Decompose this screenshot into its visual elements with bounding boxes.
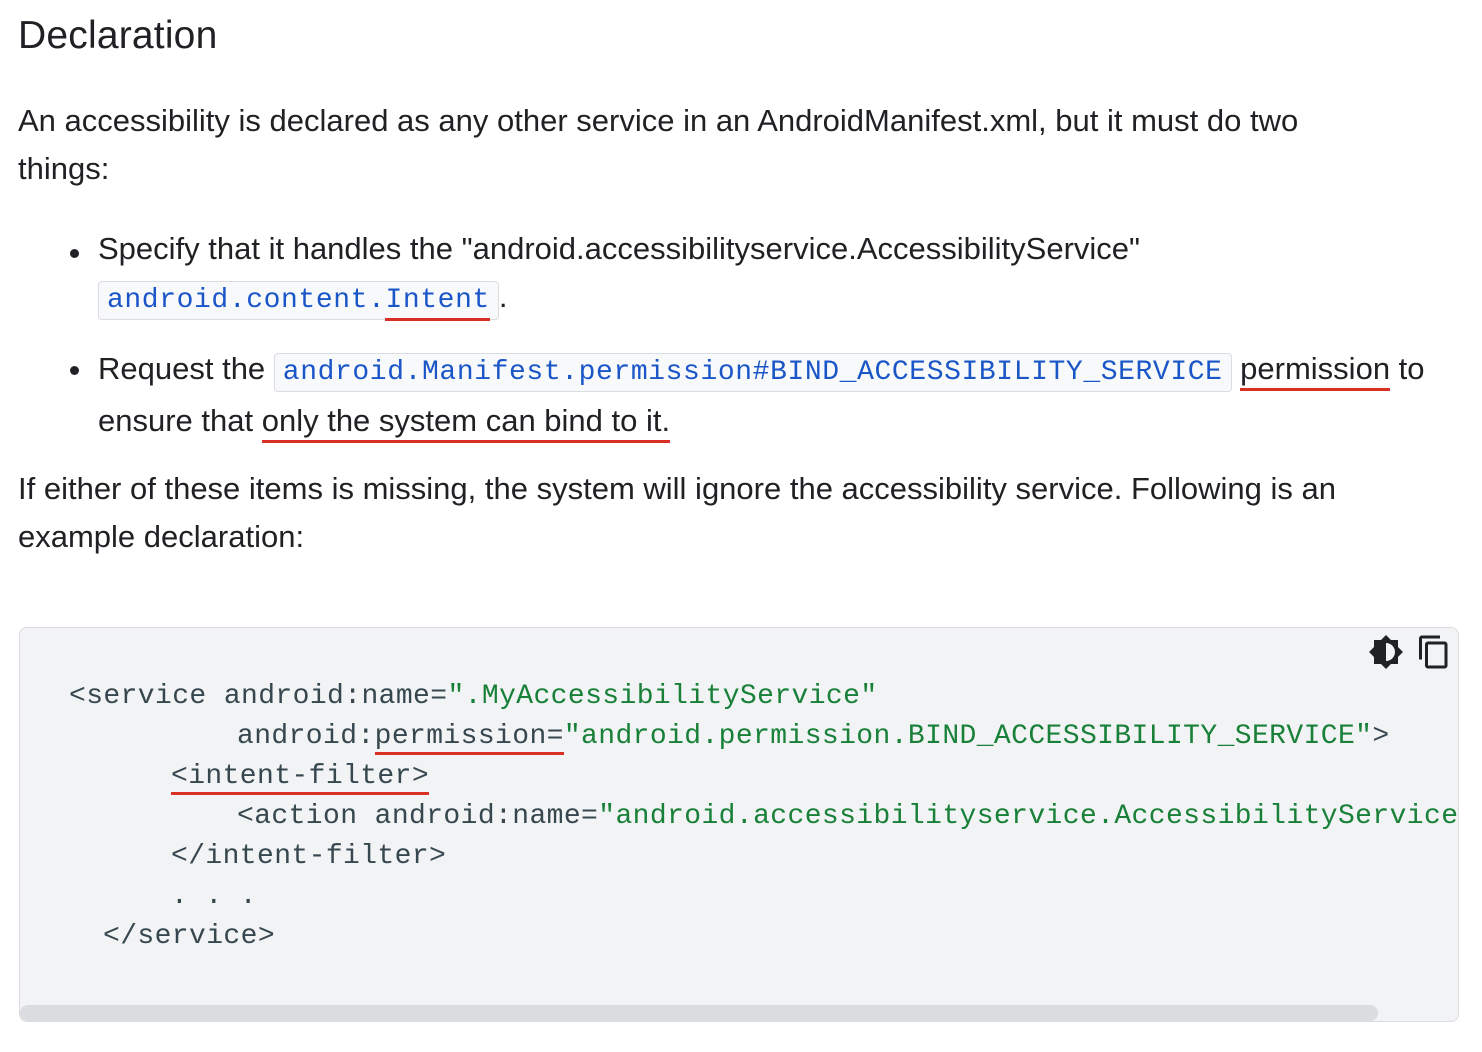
intro-paragraph: An accessibility is declared as any othe… — [18, 97, 1458, 193]
code-line-service-open: <service android:name=".MyAccessibilityS… — [69, 679, 878, 715]
brightness-icon[interactable] — [1368, 634, 1404, 670]
permission-value: "android.permission.BIND_ACCESSIBILITY_S… — [563, 721, 1373, 752]
copy-icon[interactable] — [1416, 634, 1452, 670]
horizontal-scrollbar[interactable] — [20, 1005, 1378, 1021]
code-line-permission: android:permission="android.permission.B… — [237, 719, 1390, 755]
intent-code-highlight: Intent — [385, 285, 490, 321]
code-line-ellipsis: . . . — [171, 881, 258, 912]
bullet-item-intent: Specify that it handles the "android.acc… — [98, 225, 1458, 325]
bullet-dot — [70, 366, 79, 375]
permission-attr-highlight: permission — [374, 721, 547, 755]
bullet-item-permission: Request the android.Manifest.permission#… — [98, 345, 1458, 445]
permission-close: > — [1372, 721, 1390, 752]
intent-code-prefix: android.content. — [107, 285, 386, 316]
intent-filter-highlight: <intent-filter> — [171, 761, 430, 795]
system-bind-highlight: only the system can bind to it. — [261, 403, 671, 443]
bullet-1-period: . — [498, 279, 508, 314]
permission-attr-equals: = — [546, 721, 564, 755]
intro-line-2: things: — [18, 151, 110, 186]
code-line-service-close: </service> — [103, 921, 276, 952]
code-line-intent-filter-open: <intent-filter> — [171, 759, 430, 795]
intro-line-1: An accessibility is declared as any othe… — [18, 103, 1299, 138]
intent-code-link[interactable]: android.content.Intent — [98, 281, 499, 321]
permission-code-link[interactable]: android.Manifest.permission#BIND_ACCESSI… — [273, 353, 1232, 392]
bullet-1-text: Specify that it handles the "android.acc… — [98, 231, 1141, 266]
code-block[interactable]: <service android:name=".MyAccessibilityS… — [19, 627, 1459, 1022]
permission-attr-prefix: android: — [237, 721, 375, 752]
permission-highlight: permission — [1240, 351, 1391, 391]
code-line-action: <action android:name="android.accessibil… — [237, 799, 1459, 835]
bullet-2-line2: ensure that — [98, 403, 262, 438]
outro-line-2: example declaration: — [18, 519, 305, 554]
action-tag: <action android:name= — [237, 801, 599, 832]
bullet-2-to: to — [1390, 351, 1425, 386]
code-line-intent-filter-close: </intent-filter> — [171, 841, 447, 872]
service-name-value: ".MyAccessibilityService" — [447, 681, 878, 712]
outro-line-1: If either of these items is missing, the… — [18, 471, 1336, 506]
page-title: Declaration — [18, 14, 218, 57]
outro-paragraph: If either of these items is missing, the… — [18, 465, 1458, 561]
action-value: "android.accessibilityservice.Accessibil… — [598, 801, 1459, 832]
bullet-dot — [70, 249, 79, 258]
bullet-2-text-before: Request the — [98, 351, 266, 386]
service-tag: <service android:name= — [69, 681, 448, 712]
